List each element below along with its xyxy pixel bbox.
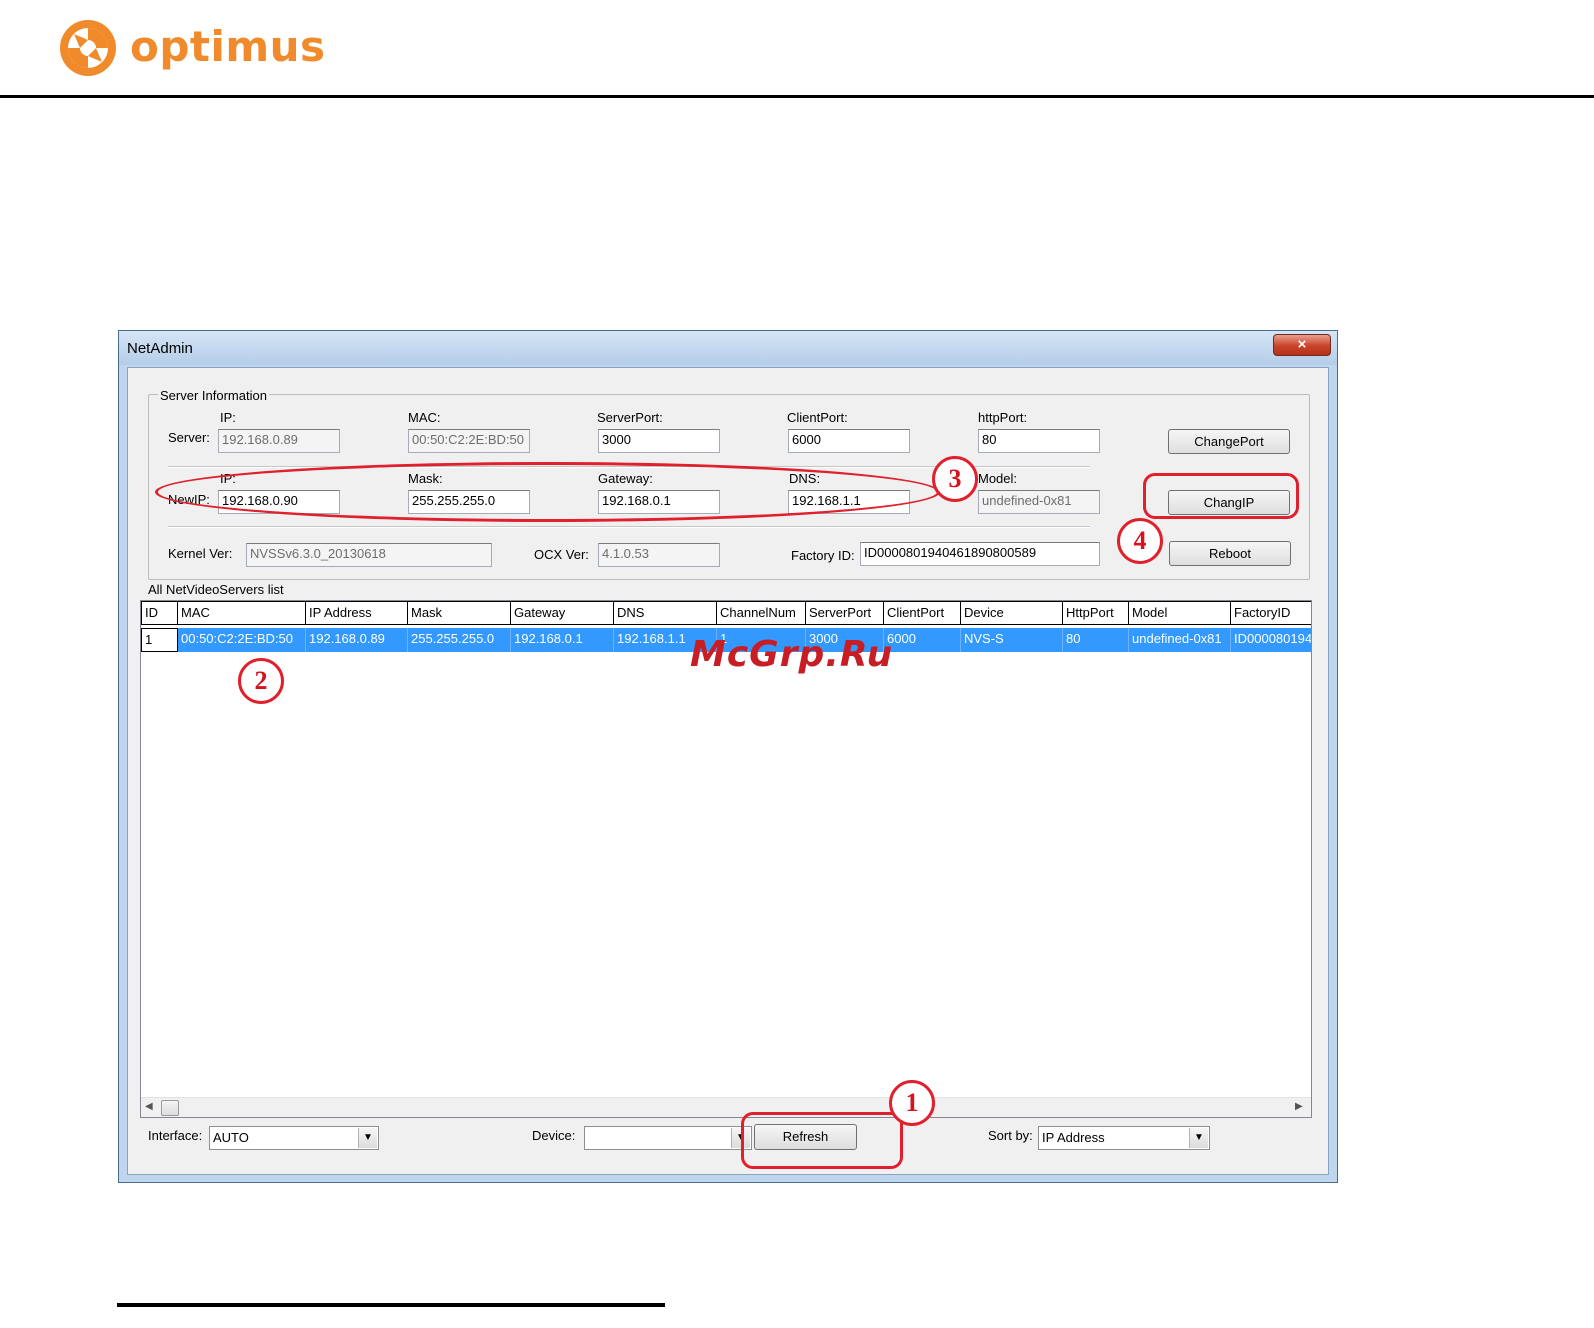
factory-id-field[interactable]: ID000080194046189080058​9 [860, 542, 1100, 566]
model-label: Model: [978, 471, 1018, 486]
annotation-step-2: 2 [238, 658, 284, 704]
column-header-ip-address[interactable]: IP Address [306, 601, 408, 625]
column-header-dns[interactable]: DNS [614, 601, 717, 625]
chevron-down-icon[interactable]: ▼ [1189, 1128, 1208, 1148]
column-header-gateway[interactable]: Gateway [511, 601, 614, 625]
scroll-right-icon[interactable]: ▶ [1295, 1101, 1303, 1112]
change-port-button[interactable]: ChangePort [1168, 429, 1290, 454]
cell-gateway: 192.168.0.1 [511, 628, 614, 652]
sort-by-select[interactable]: IP Address ▼ [1038, 1126, 1210, 1150]
device-select[interactable]: ▼ [584, 1126, 752, 1150]
model-field[interactable]: undefined-0x81 [978, 490, 1100, 514]
ocx-ver-field[interactable]: 4.1.0.53 [598, 543, 720, 567]
mac-label: MAC: [408, 410, 441, 425]
interface-label: Interface: [148, 1128, 203, 1143]
device-label: Device: [532, 1128, 576, 1143]
cell-model: undefined-0x81 [1129, 628, 1231, 652]
column-header-factoryid[interactable]: FactoryID [1231, 601, 1311, 625]
cell-ip-address: 192.168.0.89 [306, 628, 408, 652]
cell-mac: 00:50:C2:2E:BD:50 [178, 628, 306, 652]
server-ip-field[interactable]: 192.168.0.89 [218, 429, 340, 453]
annotation-changeip-highlight [1143, 473, 1299, 519]
interface-value: AUTO [213, 1130, 249, 1145]
cell-mask: 255.255.255.0 [408, 628, 511, 652]
optimus-logo-icon [60, 20, 116, 76]
kernel-ver-label: Kernel Ver: [168, 546, 233, 561]
mac-field[interactable]: 00:50:C2:2E:BD:50 [408, 429, 530, 453]
header-divider [0, 95, 1594, 98]
watermark: McGrp.Ru [690, 634, 894, 675]
horizontal-scrollbar[interactable]: ◀ ▶ [141, 1097, 1311, 1117]
client-port-label: ClientPort: [787, 410, 848, 425]
sort-by-value: IP Address [1042, 1130, 1105, 1145]
cell-id: 1 [141, 628, 178, 652]
reboot-button[interactable]: Reboot [1169, 541, 1291, 566]
server-list-label: All NetVideoServers list [148, 582, 284, 597]
server-row-label: Server: [168, 430, 210, 445]
http-port-label: httpPort: [978, 410, 1028, 425]
separator [168, 526, 1090, 528]
chevron-down-icon[interactable]: ▼ [358, 1128, 377, 1148]
close-icon[interactable]: × [1273, 334, 1331, 356]
server-port-label: ServerPort: [597, 410, 663, 425]
cell-httpport: 80 [1063, 628, 1129, 652]
group-label: Server Information [158, 388, 269, 403]
server-list[interactable]: ID MAC IP Address Mask Gateway DNS Chann… [140, 600, 1312, 1118]
sort-by-label: Sort by: [988, 1128, 1033, 1143]
interface-select[interactable]: AUTO ▼ [209, 1126, 379, 1150]
server-ip-label: IP: [220, 410, 236, 425]
scroll-left-icon[interactable]: ◀ [145, 1101, 153, 1112]
cell-factoryid: ID00008019404618 [1231, 628, 1311, 652]
column-header-channelnum[interactable]: ChannelNum [717, 601, 806, 625]
footer-divider [117, 1303, 665, 1307]
netadmin-window: NetAdmin × Server Information Server: IP… [118, 330, 1338, 1183]
title-bar[interactable]: NetAdmin × [119, 331, 1337, 365]
scroll-thumb[interactable] [161, 1100, 179, 1116]
cell-device: NVS-S [961, 628, 1063, 652]
client-port-field[interactable]: 6000 [788, 429, 910, 453]
cell-clientport: 6000 [884, 628, 961, 652]
column-header-model[interactable]: Model [1129, 601, 1231, 625]
kernel-ver-field[interactable]: NVSSv6.3.0_20130618 [246, 543, 492, 567]
annotation-step-3: 3 [932, 456, 978, 502]
ocx-ver-label: OCX Ver: [534, 547, 589, 562]
annotation-newip-highlight [155, 462, 940, 522]
column-header-httpport[interactable]: HttpPort [1063, 601, 1129, 625]
annotation-step-1: 1 [889, 1080, 935, 1126]
annotation-step-4: 4 [1117, 518, 1163, 564]
column-header-id[interactable]: ID [141, 601, 178, 625]
brand-name: optimus [130, 22, 326, 71]
annotation-refresh-highlight [741, 1112, 903, 1169]
column-header-serverport[interactable]: ServerPort [806, 601, 884, 625]
column-header-clientport[interactable]: ClientPort [884, 601, 961, 625]
server-port-field[interactable]: 3000 [598, 429, 720, 453]
column-header-mac[interactable]: MAC [178, 601, 306, 625]
window-title: NetAdmin [127, 340, 193, 357]
http-port-field[interactable]: 80 [978, 429, 1100, 453]
list-header: ID MAC IP Address Mask Gateway DNS Chann… [141, 601, 1311, 627]
factory-id-label: Factory ID: [791, 548, 855, 563]
column-header-mask[interactable]: Mask [408, 601, 511, 625]
column-header-device[interactable]: Device [961, 601, 1063, 625]
